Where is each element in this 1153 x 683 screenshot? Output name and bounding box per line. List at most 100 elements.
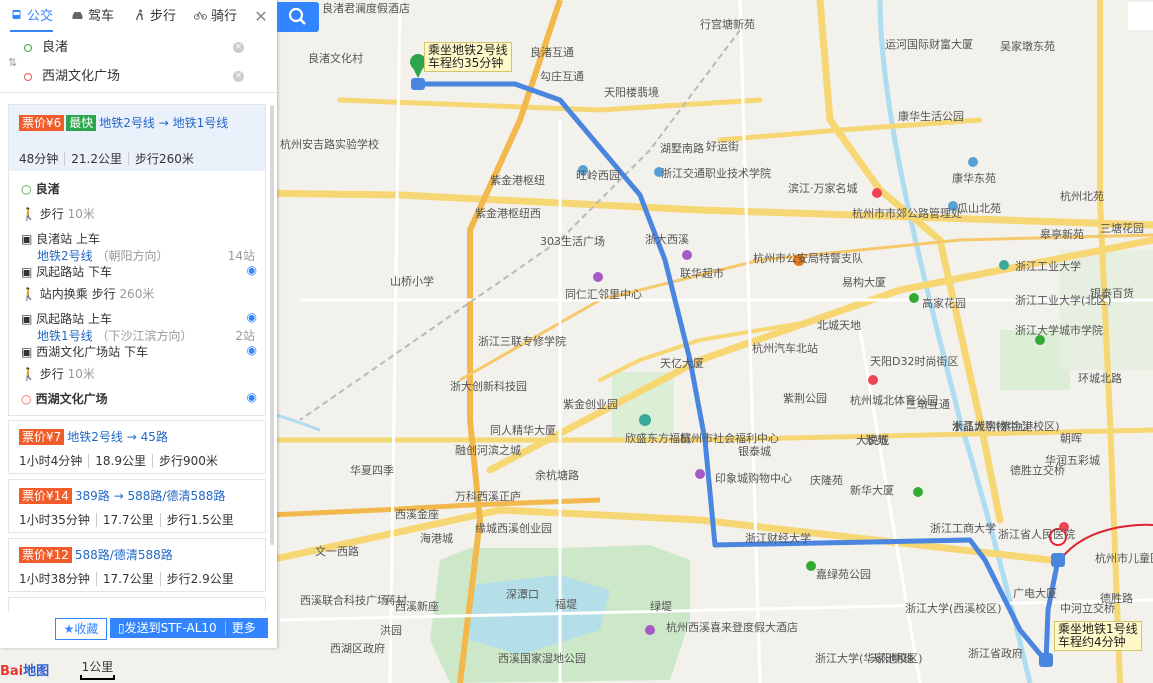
map-label: 吴家墩东苑 xyxy=(1000,40,1055,53)
map-label: 庆隆苑 xyxy=(810,474,843,487)
start-route-bubble: 乘坐地铁2号线 车程约35分钟 xyxy=(424,42,512,72)
send-to-phone-button[interactable]: ▯发送到STF-AL10 更多 xyxy=(110,618,268,638)
map-control-box[interactable] xyxy=(1128,2,1153,30)
star-icon: ★ xyxy=(63,622,75,636)
map-label: 易构大厦 xyxy=(842,276,886,289)
bus-icon: ▣ xyxy=(21,312,33,326)
line-name: 地铁1号线 xyxy=(37,329,93,343)
search-icon xyxy=(288,7,306,25)
result-card-3[interactable]: 票价¥14 389路 → 588路/德清588路 1小时35分钟 17.7公里 步行1… xyxy=(8,479,266,533)
bus-icon xyxy=(12,10,21,19)
step-line-1[interactable]: 地铁2号线 （朝阳方向） 14站 xyxy=(37,247,259,264)
send-label: 发送到STF-AL10 xyxy=(124,621,217,635)
favorite-label: 收藏 xyxy=(74,622,99,636)
duration: 1小时35分钟 xyxy=(19,513,90,527)
destination-field[interactable]: 西湖文化广场 × xyxy=(24,64,248,90)
route-meta: 1小时4分钟 18.9公里 步行900米 xyxy=(19,452,224,469)
origin-field[interactable]: 良渚 × xyxy=(24,35,248,61)
map-label: 杭州市儿童医院 xyxy=(1095,552,1153,565)
map-label: 华夏四季 xyxy=(350,464,394,477)
map-label: 天阳D32时尚街区 xyxy=(870,355,959,368)
map-label: 浙江财经大学 xyxy=(745,532,811,545)
map-label: 浙江三联专修学院 xyxy=(478,335,566,348)
bus-icon: ▣ xyxy=(21,345,33,359)
step-walk-2: 🚶 步行 10米 xyxy=(21,365,261,382)
locate-icon[interactable]: ◉ xyxy=(247,263,257,277)
line-direction: （朝阳方向） xyxy=(96,249,169,263)
map-label: 勾庄互通 xyxy=(540,70,584,83)
board-label: 凤起路站 上车 xyxy=(36,312,112,326)
end-station-icon xyxy=(1039,653,1053,667)
swap-icon[interactable]: ⇅ xyxy=(8,56,17,69)
result-card-4[interactable]: 票价¥12 588路/德清588路 1小时38分钟 17.7公里 步行2.9公里 xyxy=(8,538,266,592)
more-link[interactable]: 更多 xyxy=(224,621,256,635)
map-label: 翠苑 xyxy=(865,434,887,447)
map-label: 三墩互通 xyxy=(906,398,950,411)
duration: 1小时38分钟 xyxy=(19,572,90,586)
start-name: 良渚 xyxy=(35,182,60,196)
close-icon[interactable]: ✕ xyxy=(252,8,270,26)
tab-drive[interactable]: 驾车 xyxy=(71,0,114,34)
clear-destination-icon[interactable]: × xyxy=(233,71,244,82)
transfer-dist: 260米 xyxy=(119,287,155,301)
map-label: 银泰百货 xyxy=(1090,287,1134,300)
end-bubble-line2: 车程约4分钟 xyxy=(1058,635,1126,649)
fare-badge: 票价¥7 xyxy=(19,429,65,445)
map-label: 银泰城 xyxy=(738,445,771,458)
scale-bar: 1公里 xyxy=(70,658,125,680)
tab-bus-label: 公交 xyxy=(27,9,54,24)
distance: 17.7公里 xyxy=(95,572,160,586)
map-label: 山桥小学 xyxy=(390,275,434,288)
route-title: 588路/德清588路 xyxy=(74,548,173,562)
favorite-button[interactable]: ★收藏 xyxy=(55,618,107,640)
board-label: 良渚站 上车 xyxy=(36,232,100,246)
distance: 21.2公里 xyxy=(64,152,129,166)
tab-bike[interactable]: 骑行 xyxy=(194,0,237,34)
distance: 18.9公里 xyxy=(88,454,153,468)
map-label: 运河国际财富大厦 xyxy=(885,38,973,51)
route-title: 地铁2号线 → 45路 xyxy=(67,430,168,444)
locate-icon[interactable]: ◉ xyxy=(247,390,257,404)
step-start: ○ 良渚 xyxy=(21,182,60,196)
step-line-2[interactable]: 地铁1号线 （下沙江滨方向） 2站 xyxy=(37,327,259,344)
tab-bus[interactable]: 公交 xyxy=(10,0,54,34)
fare-badge: 票价¥14 xyxy=(19,488,72,504)
map-label: 浙大创新科技园 xyxy=(450,380,527,393)
map-label: 嘉绿苑公园 xyxy=(816,568,871,581)
step-alight-2: ▣ 西湖文化广场站 下车 ◉ xyxy=(21,343,261,360)
map-label: 紫金创业园 xyxy=(563,398,618,411)
step-board-2: ▣ 凤起路站 上车 ◉ xyxy=(21,310,261,327)
map-label: 杭州安吉路实验学校 xyxy=(280,138,379,151)
bike-icon xyxy=(194,11,207,20)
map-label: 康华东苑 xyxy=(952,172,996,185)
walk-distance: 步行900米 xyxy=(152,454,224,468)
destination-value: 西湖文化广场 xyxy=(42,69,121,84)
clear-origin-icon[interactable]: × xyxy=(233,42,244,53)
fastest-badge: 最快 xyxy=(66,115,97,131)
map-label: 天阳楼翡境 xyxy=(604,86,659,99)
map-label: 洪园 xyxy=(380,624,402,637)
walk-dist: 10米 xyxy=(67,367,95,381)
locate-icon[interactable]: ◉ xyxy=(247,310,257,324)
tab-walk[interactable]: 步行 xyxy=(133,0,176,34)
walk-icon: 🚶 xyxy=(21,367,36,381)
fare-badge: 票价¥12 xyxy=(19,547,72,563)
walk-distance: 步行2.9公里 xyxy=(159,572,240,586)
result-card-2[interactable]: 票价¥7 地铁2号线 → 45路 1小时4分钟 18.9公里 步行900米 xyxy=(8,420,266,474)
destination-dot-icon xyxy=(24,73,32,81)
route-meta: 1小时35分钟 17.7公里 步行1.5公里 xyxy=(19,511,240,528)
tab-drive-label: 驾车 xyxy=(88,9,115,24)
map-label: 湖墅南路 xyxy=(660,142,704,155)
map-label: 紫金港枢纽西 xyxy=(475,207,541,220)
search-button[interactable] xyxy=(277,2,319,32)
map-label: 浙江工商大学 xyxy=(930,522,996,535)
locate-icon[interactable]: ◉ xyxy=(247,343,257,357)
result-card-1[interactable]: 票价¥6 最快 地铁2号线 → 地铁1号线 48分钟 21.2公里 步行260米 ○ 良… xyxy=(8,104,266,416)
alight-label: 西湖文化广场站 下车 xyxy=(36,345,148,359)
stop-count: 2站 xyxy=(235,329,255,343)
transfer-label: 站内换乘 步行 xyxy=(39,287,116,301)
result-card-5[interactable] xyxy=(8,597,266,612)
map-label: 杭州市市郊公路管理处 xyxy=(852,207,962,220)
scrollbar[interactable] xyxy=(270,105,274,545)
map-label: 皋亭新苑 xyxy=(1040,228,1084,241)
